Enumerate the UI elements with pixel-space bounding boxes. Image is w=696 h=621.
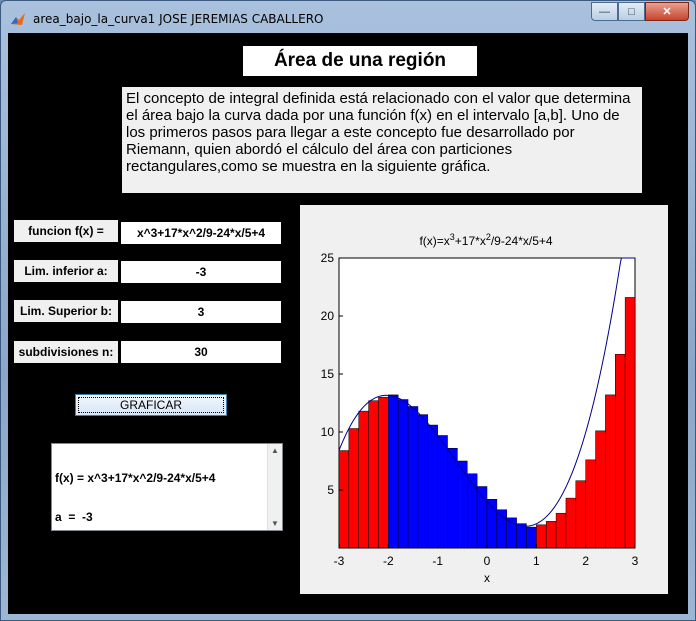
riemann-bar <box>605 394 616 549</box>
x-tick-label: 3 <box>632 554 639 568</box>
x-tick-label: 1 <box>533 554 540 568</box>
maximize-button[interactable]: □ <box>618 2 645 21</box>
riemann-bar <box>526 526 537 549</box>
riemann-bar <box>437 435 448 549</box>
riemann-bar <box>615 354 626 549</box>
riemann-bar <box>536 524 547 549</box>
riemann-bar <box>447 447 458 549</box>
title-bar[interactable]: area_bajo_la_curva1 JOSE JEREMIAS CABALL… <box>1 1 695 33</box>
y-tick-label: 10 <box>321 425 335 439</box>
window-title: area_bajo_la_curva1 JOSE JEREMIAS CABALL… <box>33 12 324 26</box>
close-button[interactable]: ✕ <box>645 2 689 21</box>
scroll-down-icon[interactable]: ▼ <box>271 519 279 528</box>
y-tick-label: 25 <box>321 251 335 265</box>
lim-superior-label: Lim. Superior b: <box>14 300 118 322</box>
riemann-bar <box>565 497 577 549</box>
riemann-bar <box>467 473 478 549</box>
x-tick-label: 2 <box>582 554 589 568</box>
maximize-icon: □ <box>628 5 635 18</box>
intro-text: El concepto de integral definida está re… <box>122 87 642 193</box>
riemann-bar <box>358 410 369 549</box>
riemann-bar <box>516 523 527 549</box>
riemann-bar <box>545 521 557 549</box>
results-lines: f(x) = x^3+17*x^2/9-24*x/5+4 a = -3 b = … <box>55 446 215 621</box>
funcion-label: funcion f(x) = <box>14 220 118 242</box>
graficar-button[interactable]: GRAFICAR <box>75 394 227 416</box>
chart-title: f(x)=x3+17*x2/9-24*x/5+4 <box>419 232 552 248</box>
matlab-icon <box>11 13 25 25</box>
riemann-bar <box>338 450 350 549</box>
lim-inferior-input[interactable]: -3 <box>121 261 281 283</box>
figure-canvas: Área de una región El concepto de integr… <box>8 33 688 614</box>
funcion-input[interactable]: x^3+17*x^2/9-24*x/5+4 <box>121 222 281 244</box>
results-listbox[interactable]: f(x) = x^3+17*x^2/9-24*x/5+4 a = -3 b = … <box>51 443 283 602</box>
minimize-button[interactable]: — <box>591 2 618 21</box>
lim-inferior-label: Lim. inferior a: <box>14 260 118 282</box>
window-controls: — □ ✕ <box>591 2 689 22</box>
subdivisiones-input[interactable]: 30 <box>121 341 281 363</box>
riemann-bar <box>555 512 567 549</box>
riemann-bar <box>585 459 596 549</box>
plot-panel: f(x)=x3+17*x2/9-24*x/5+4 -3 -2 -1 0 1 2 3 5 10 15… <box>300 205 668 594</box>
riemann-bar <box>407 406 419 549</box>
riemann-bar <box>595 430 606 549</box>
riemann-bar <box>378 396 389 549</box>
riemann-bar <box>388 394 399 549</box>
y-tick-label: 20 <box>321 309 335 323</box>
subdivisiones-label: subdivisiones n: <box>14 341 118 363</box>
x-tick-label: -2 <box>383 554 394 568</box>
listbox-scrollbar[interactable]: ▲ ▼ <box>267 444 282 530</box>
app-window: area_bajo_la_curva1 JOSE JEREMIAS CABALL… <box>0 0 696 621</box>
y-tick-label: 5 <box>327 483 334 497</box>
y-tick-label: 15 <box>321 367 335 381</box>
scroll-up-icon[interactable]: ▲ <box>271 446 279 455</box>
list-item: n = 50 <box>55 588 97 602</box>
list-item: f(x) = x^3+17*x^2/9-24*x/5+4 <box>55 471 216 485</box>
page-title: Área de una región <box>243 46 477 76</box>
x-tick-label: -3 <box>334 554 345 568</box>
riemann-chart: f(x)=x3+17*x2/9-24*x/5+4 -3 -2 -1 0 1 2 3 5 10 15… <box>321 232 639 585</box>
list-item: b = 3 <box>55 549 90 563</box>
riemann-bar <box>397 399 409 549</box>
x-tick-label: 0 <box>484 554 491 568</box>
riemann-bar <box>417 414 429 549</box>
list-item: a = -3 <box>55 510 93 524</box>
close-icon: ✕ <box>662 6 672 18</box>
riemann-bar <box>368 400 379 549</box>
riemann-bar <box>427 424 438 549</box>
riemann-bar <box>624 297 636 549</box>
x-tick-label: -1 <box>432 554 443 568</box>
x-axis-label: x <box>484 571 490 585</box>
minimize-icon: — <box>599 5 610 18</box>
riemann-bar <box>575 480 586 549</box>
riemann-bar <box>348 428 359 549</box>
lim-superior-input[interactable]: 3 <box>121 301 281 323</box>
